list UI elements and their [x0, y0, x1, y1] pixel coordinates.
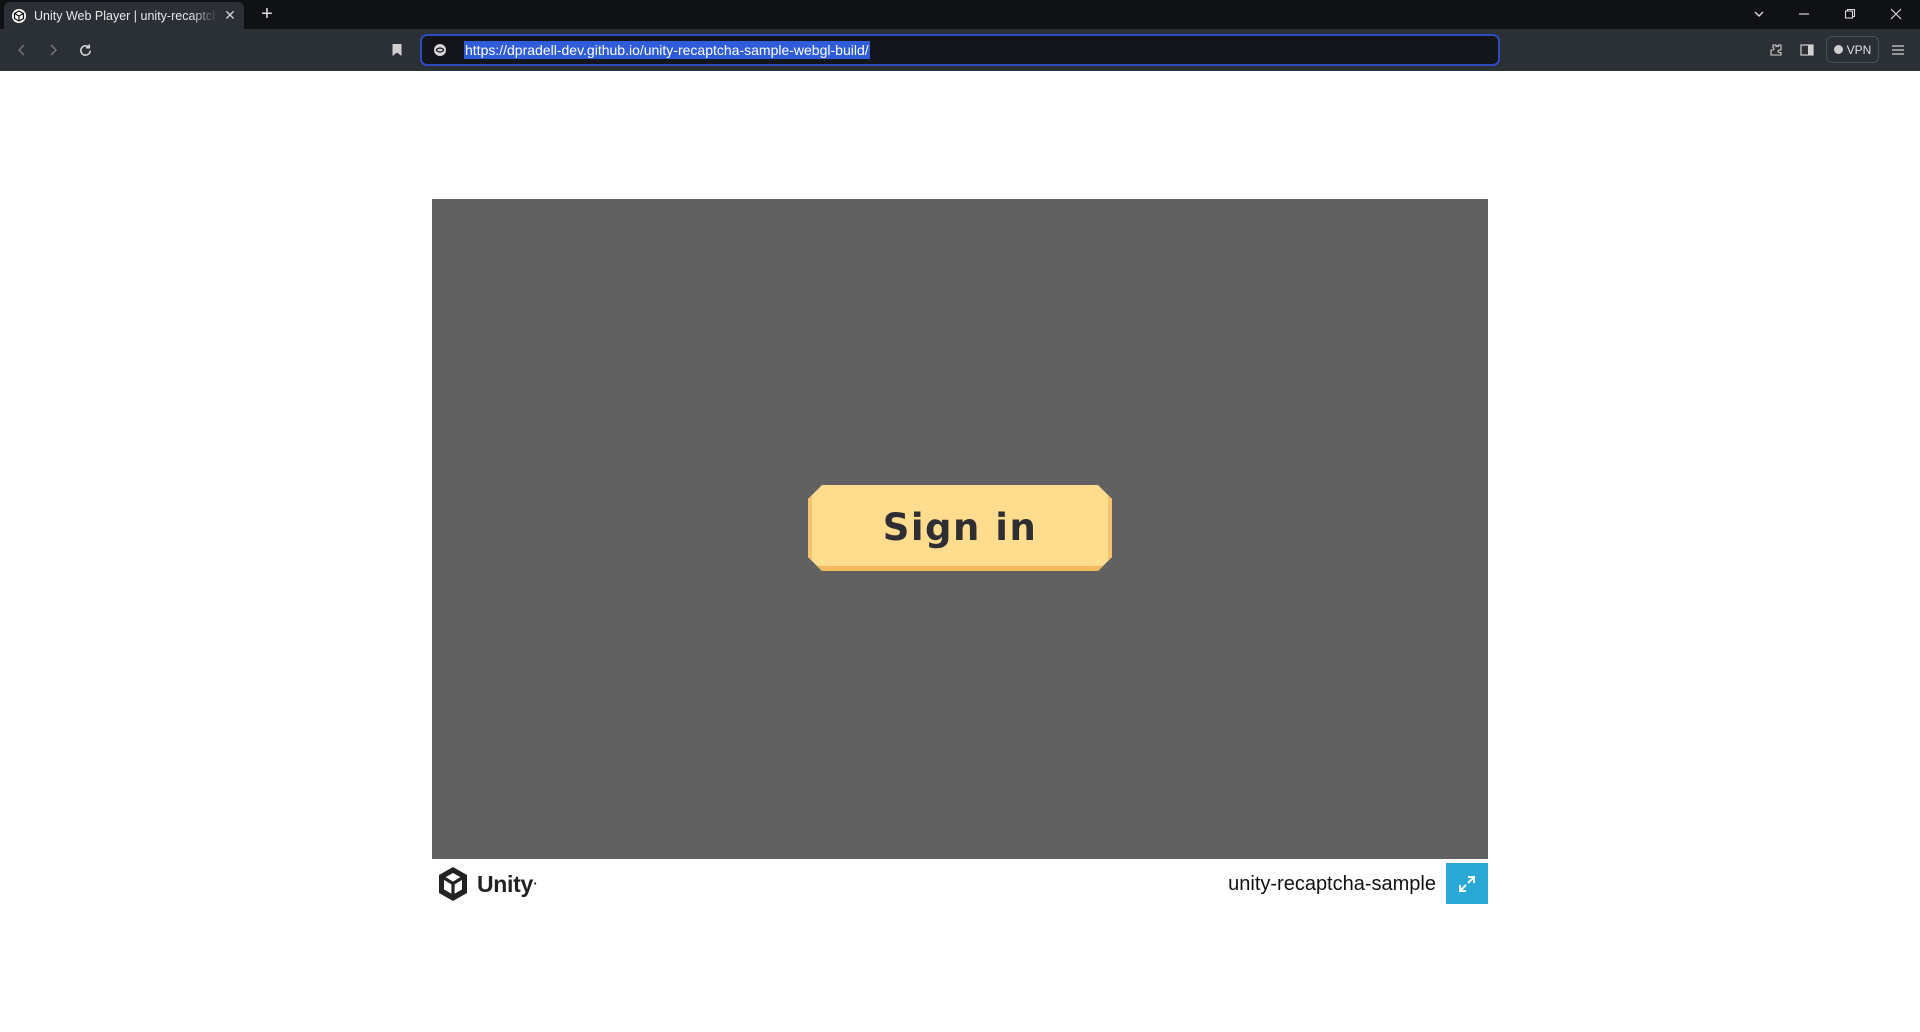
tab-close-icon[interactable]: ✕ [222, 7, 238, 24]
close-window-icon[interactable] [1883, 2, 1909, 26]
fullscreen-icon [1459, 875, 1475, 892]
address-bar[interactable]: https://dpradell-dev.github.io/unity-rec… [420, 34, 1500, 66]
tab-title: Unity Web Player | unity-recaptcha-sampl… [34, 8, 218, 23]
vpn-label: VPN [1846, 42, 1872, 57]
unity-logo-icon [439, 867, 467, 901]
unity-game-canvas[interactable]: Sign in [432, 199, 1488, 859]
reload-icon[interactable] [73, 38, 97, 62]
trademark-mark: • [534, 880, 537, 888]
build-title: unity-recaptcha-sample [1228, 873, 1436, 895]
tab-list-icon[interactable] [1746, 2, 1772, 26]
extensions-icon[interactable] [1764, 38, 1788, 62]
browser-toolbar: https://dpradell-dev.github.io/unity-rec… [0, 29, 1920, 71]
bookmark-icon[interactable] [385, 38, 409, 62]
vpn-status-icon [1833, 45, 1843, 54]
new-tab-icon[interactable]: + [256, 4, 278, 26]
unity-wordmark: Unity [477, 870, 534, 897]
browser-titlebar: Unity Web Player | unity-recaptcha-sampl… [0, 0, 1920, 29]
unity-logo: Unity • [436, 865, 536, 903]
sidebar-icon[interactable] [1795, 38, 1819, 62]
menu-icon[interactable] [1886, 38, 1910, 62]
vpn-button[interactable]: VPN [1826, 36, 1879, 63]
minimize-icon[interactable] [1791, 2, 1817, 26]
forward-icon[interactable] [41, 38, 65, 62]
browser-tab[interactable]: Unity Web Player | unity-recaptcha-sampl… [4, 2, 244, 29]
unity-icon [12, 8, 26, 23]
unity-footer: Unity • unity-recaptcha-sample [432, 859, 1488, 905]
sign-in-label: Sign in [882, 505, 1038, 549]
back-icon[interactable] [10, 38, 34, 62]
restore-icon[interactable] [1837, 2, 1863, 26]
fullscreen-button[interactable] [1446, 863, 1488, 904]
sign-in-button[interactable]: Sign in [808, 485, 1112, 571]
site-info-icon[interactable] [432, 42, 448, 58]
url-text[interactable]: https://dpradell-dev.github.io/unity-rec… [464, 41, 870, 59]
